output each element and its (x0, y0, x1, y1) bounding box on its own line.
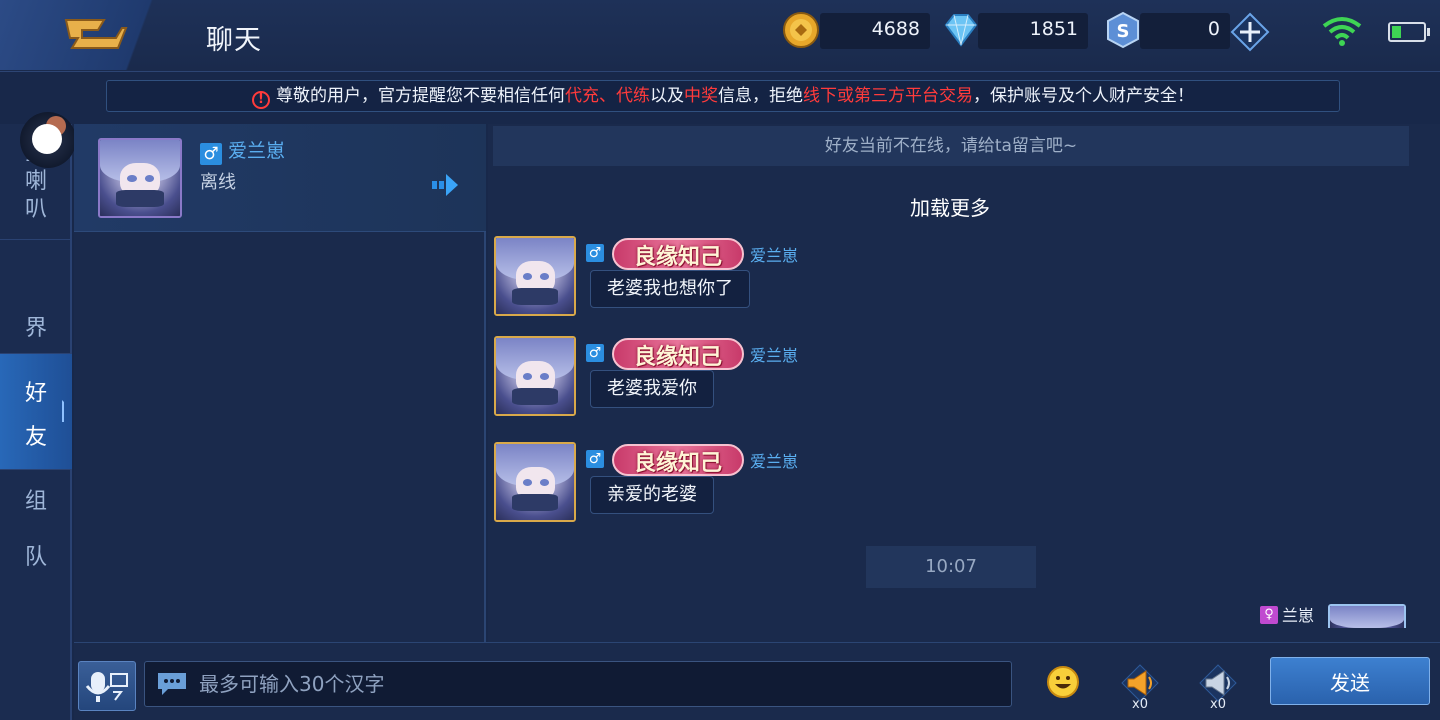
points-token-icon: S (1107, 11, 1139, 49)
tab-loudspeaker-char: 喇 (24, 169, 47, 194)
battery-icon (1388, 22, 1430, 42)
tab-team-char: 组 (24, 489, 47, 514)
load-more-button[interactable]: 加载更多 (488, 192, 1412, 221)
sender-name: 爱兰崽 (750, 246, 799, 265)
svg-text:S: S (1117, 21, 1130, 42)
gold-coin-icon (783, 12, 819, 48)
voice-toggle-button[interactable] (78, 661, 136, 711)
add-currency-button[interactable] (1230, 12, 1270, 52)
sender-name: 爱兰崽 (750, 452, 799, 471)
tab-friends[interactable]: 好 友 (0, 354, 72, 470)
warning-highlight-2: 中奖 (684, 86, 718, 106)
emoji-button[interactable] (1046, 665, 1080, 699)
self-avatar[interactable] (1328, 604, 1406, 628)
tab-loudspeaker-char: 叭 (24, 197, 47, 222)
gold-amount: 4688 (871, 18, 920, 40)
alert-icon: ! (252, 91, 270, 109)
top-bar: 聊天 4688 1851 S 0 (0, 0, 1440, 72)
chat-message: ♂ 良缘知己 爱兰崽 老婆我也想你了 (494, 236, 1194, 326)
chat-message: ♂ 良缘知己 爱兰崽 老婆我爱你 (494, 336, 1194, 426)
channel-tabs: 金 喇 叭 界 好 友 组 队 (0, 124, 72, 720)
male-icon: ♂ (200, 143, 222, 165)
sender-avatar[interactable] (494, 442, 576, 522)
friend-status: 离线 (200, 172, 236, 193)
chat-message: ♂ 良缘知己 爱兰崽 亲爱的老婆 (494, 442, 1194, 532)
chat-panel: 好友当前不在线，请给ta留言吧~ 加载更多 ♂ 良缘知己 爱兰崽 老婆我也想你了… (488, 124, 1440, 642)
tab-team-char: 队 (24, 545, 47, 570)
message-input-bar: x0 x0 发送 (74, 642, 1440, 720)
female-icon: ♀ (1260, 606, 1278, 624)
points-amount: 0 (1207, 18, 1220, 40)
warning-text-2: 以及 (650, 86, 684, 106)
message-bubble: 亲爱的老婆 (590, 476, 714, 514)
points-balance: 0 (1140, 13, 1230, 49)
warning-highlight-3: 线下或第三方平台交易 (803, 86, 973, 106)
gold-balance: 4688 (820, 13, 930, 49)
message-bubble: 老婆我也想你了 (590, 270, 750, 308)
message-bubble: 老婆我爱你 (590, 370, 714, 408)
relationship-badge: 良缘知己 (612, 442, 744, 478)
male-icon: ♂ (586, 450, 604, 468)
warning-text-1: 尊敬的用户，官方提醒您不要相信任何 (276, 86, 565, 106)
self-name: 兰崽 (1282, 606, 1315, 625)
security-warning: ! 尊敬的用户，官方提醒您不要相信任何代充、代练以及中奖信息，拒绝线下或第三方平台… (106, 80, 1340, 112)
back-button[interactable] (0, 0, 190, 70)
message-timestamp: 10:07 (866, 546, 1036, 588)
tab-team[interactable]: 组 队 (0, 470, 72, 586)
self-message: ♀ 兰崽 (1258, 600, 1418, 640)
tab-friends-char: 好 (24, 381, 47, 406)
large-horn-count: x0 (1132, 697, 1148, 712)
sender-name: 爱兰崽 (750, 346, 799, 365)
relationship-badge: 良缘知己 (612, 336, 744, 372)
warning-text-4: ，保护账号及个人财产安全！ (973, 86, 1194, 106)
friend-name-row: ♂ 爱兰崽 (200, 136, 285, 165)
friend-name: 爱兰崽 (228, 140, 286, 162)
tab-world-char: 界 (24, 316, 47, 341)
male-icon: ♂ (586, 244, 604, 262)
wifi-icon (1322, 17, 1362, 46)
relationship-badge-text: 良缘知己 (633, 450, 722, 476)
diamond-icon (944, 14, 978, 47)
friend-list-item[interactable]: ♂ 爱兰崽 离线 (74, 124, 486, 232)
notification-dot (32, 124, 62, 154)
page-title: 聊天 (206, 25, 262, 56)
microphone-icon (85, 672, 128, 702)
send-button[interactable]: 发送 (1270, 657, 1430, 705)
diamond-balance: 1851 (978, 13, 1088, 49)
relationship-badge: 良缘知己 (612, 236, 744, 272)
sender-avatar[interactable] (494, 336, 576, 416)
friend-avatar (98, 138, 182, 218)
relationship-badge-text: 良缘知己 (633, 344, 722, 370)
male-icon: ♂ (586, 344, 604, 362)
tab-friends-char: 友 (24, 425, 47, 450)
battery-level (1392, 26, 1401, 38)
relationship-badge-text: 良缘知己 (633, 244, 722, 270)
sender-avatar[interactable] (494, 236, 576, 316)
diamond-amount: 1851 (1029, 18, 1078, 40)
warning-highlight-1: 代充、代练 (565, 86, 650, 106)
message-input[interactable] (144, 661, 1012, 707)
floating-notification-icon[interactable] (20, 112, 76, 168)
warning-text-3: 信息，拒绝 (718, 86, 803, 106)
offline-banner: 好友当前不在线，请给ta留言吧~ (493, 126, 1409, 166)
small-horn-count: x0 (1210, 697, 1226, 712)
tab-world[interactable]: 界 (0, 240, 72, 354)
arrow-right-icon (432, 174, 458, 196)
chat-bubble-icon (158, 673, 186, 695)
friend-list: ♂ 爱兰崽 离线 (74, 124, 486, 642)
back-arrow-icon (64, 19, 128, 49)
